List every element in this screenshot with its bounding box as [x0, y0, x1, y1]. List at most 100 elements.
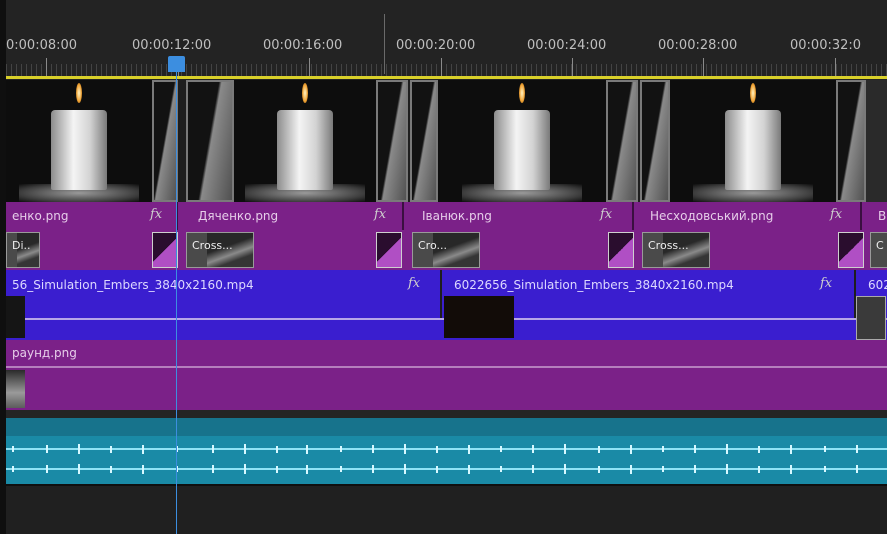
clip-thumbnail	[6, 80, 152, 202]
transition-clip[interactable]: Cross...	[642, 232, 710, 268]
audio-waveform-right	[6, 468, 887, 470]
waveform-peak	[306, 444, 308, 454]
waveform-peak	[630, 444, 632, 454]
empty-track[interactable]	[6, 486, 887, 534]
image-clip[interactable]: Іванюк.png fx	[404, 202, 632, 230]
video-clip[interactable]: 56_Simulation_Embers_3840x2160.mp4 fx	[6, 270, 440, 318]
clip-thumbnail	[866, 80, 887, 202]
timecode-label: 00:00:16:00	[263, 38, 343, 53]
waveform-peak	[110, 465, 112, 473]
transition-label: Cross...	[648, 239, 689, 252]
image-clip[interactable]: Несходовський.png fx	[634, 202, 860, 230]
waveform-peak	[12, 466, 14, 472]
clip-name: 602	[868, 278, 887, 292]
clip-name: Дяченко.png	[198, 209, 279, 223]
transition-clip[interactable]: Di..	[6, 232, 40, 268]
clip-thumbnail	[438, 80, 606, 202]
clip-name: Несходовський.png	[650, 209, 774, 223]
waveform-peak	[340, 446, 342, 452]
timecode-label: 00:00:24:00	[527, 38, 607, 53]
clip-name: 56_Simulation_Embers_3840x2160.mp4	[12, 278, 254, 292]
clip-thumbnail	[670, 80, 836, 202]
fx-badge-icon[interactable]: fx	[374, 207, 386, 222]
waveform-peak	[726, 444, 728, 454]
clip-thumbnail	[6, 370, 25, 408]
video-thumbnail	[856, 296, 886, 340]
waveform-peak	[372, 445, 374, 453]
transition-thumbnail	[410, 80, 438, 202]
audio-clip[interactable]	[6, 418, 887, 484]
waveform-peak	[142, 444, 144, 454]
video-thumbnail	[444, 296, 514, 338]
image-clip[interactable]: енко.png fx	[6, 202, 176, 230]
waveform-peak	[468, 444, 470, 454]
transition-clip[interactable]: Cross...	[186, 232, 254, 268]
waveform-peak	[276, 465, 278, 473]
waveform-peak	[564, 444, 566, 454]
waveform-peak	[662, 466, 664, 472]
waveform-peak	[212, 445, 214, 453]
timecode-label: 0:00:08:00	[6, 38, 78, 53]
transition-label: Cro...	[418, 239, 447, 252]
ruler-divider	[384, 14, 385, 74]
timeline-panel[interactable]: 0:00:08:00 00:00:12:00 00:00:16:00 00:00…	[0, 0, 887, 534]
waveform-peak	[856, 445, 858, 453]
audio-clip-header	[6, 418, 887, 436]
image-track-body[interactable]	[6, 368, 887, 410]
waveform-peak	[340, 466, 342, 472]
waveform-peak	[46, 445, 48, 453]
waveform-peak	[758, 445, 760, 453]
clip-thumbnail	[234, 80, 376, 202]
waveform-peak	[662, 446, 664, 452]
transition-label: C	[876, 239, 884, 252]
fx-badge-icon[interactable]: fx	[150, 207, 162, 222]
timecode-label: 00:00:28:00	[658, 38, 738, 53]
time-ruler[interactable]: 0:00:08:00 00:00:12:00 00:00:16:00 00:00…	[6, 0, 887, 80]
transition-thumbnail	[186, 80, 234, 202]
waveform-peak	[436, 445, 438, 453]
waveform-peak	[110, 445, 112, 453]
waveform-peak	[244, 444, 246, 454]
clip-name: енко.png	[12, 209, 69, 223]
fx-badge-icon[interactable]: fx	[600, 207, 612, 222]
waveform-peak	[598, 465, 600, 473]
transition-thumbnail	[606, 80, 638, 202]
image-clip[interactable]: В	[862, 202, 887, 230]
waveform-peak	[244, 464, 246, 474]
playhead-handle-icon[interactable]	[168, 56, 185, 72]
waveform-peak	[78, 464, 80, 474]
clip-name: раунд.png	[12, 346, 77, 360]
waveform-peak	[500, 466, 502, 472]
waveform-peak	[790, 464, 792, 474]
waveform-peak	[532, 445, 534, 453]
transition-thumbnail	[152, 80, 178, 202]
transition-label: Cross...	[192, 239, 233, 252]
fx-badge-icon[interactable]: fx	[820, 276, 832, 291]
transition-icon[interactable]	[152, 232, 178, 268]
waveform-peak	[726, 464, 728, 474]
waveform-peak	[564, 464, 566, 474]
fx-badge-icon[interactable]: fx	[830, 207, 842, 222]
waveform-peak	[758, 465, 760, 473]
transition-icon[interactable]	[608, 232, 634, 268]
transition-icon[interactable]	[838, 232, 864, 268]
transition-thumbnail	[640, 80, 670, 202]
waveform-peak	[694, 465, 696, 473]
image-clip[interactable]: Дяченко.png fx	[178, 202, 402, 230]
waveform-peak	[46, 465, 48, 473]
transition-thumbnail	[376, 80, 408, 202]
transition-clip[interactable]: Cro...	[412, 232, 480, 268]
transition-clip[interactable]: C	[870, 232, 887, 268]
transition-label: Di..	[12, 239, 31, 252]
clip-name: 6022656_Simulation_Embers_3840x2160.mp4	[454, 278, 734, 292]
playhead-line[interactable]	[176, 58, 177, 534]
work-area-bar[interactable]	[6, 76, 887, 79]
ruler-major-ticks	[6, 58, 887, 76]
transition-icon[interactable]	[376, 232, 402, 268]
timecode-label: 00:00:20:00	[396, 38, 476, 53]
waveform-peak	[212, 465, 214, 473]
image-clip[interactable]: раунд.png	[6, 340, 887, 366]
audio-waveform-left	[6, 448, 887, 450]
fx-badge-icon[interactable]: fx	[408, 276, 420, 291]
waveform-peak	[694, 445, 696, 453]
